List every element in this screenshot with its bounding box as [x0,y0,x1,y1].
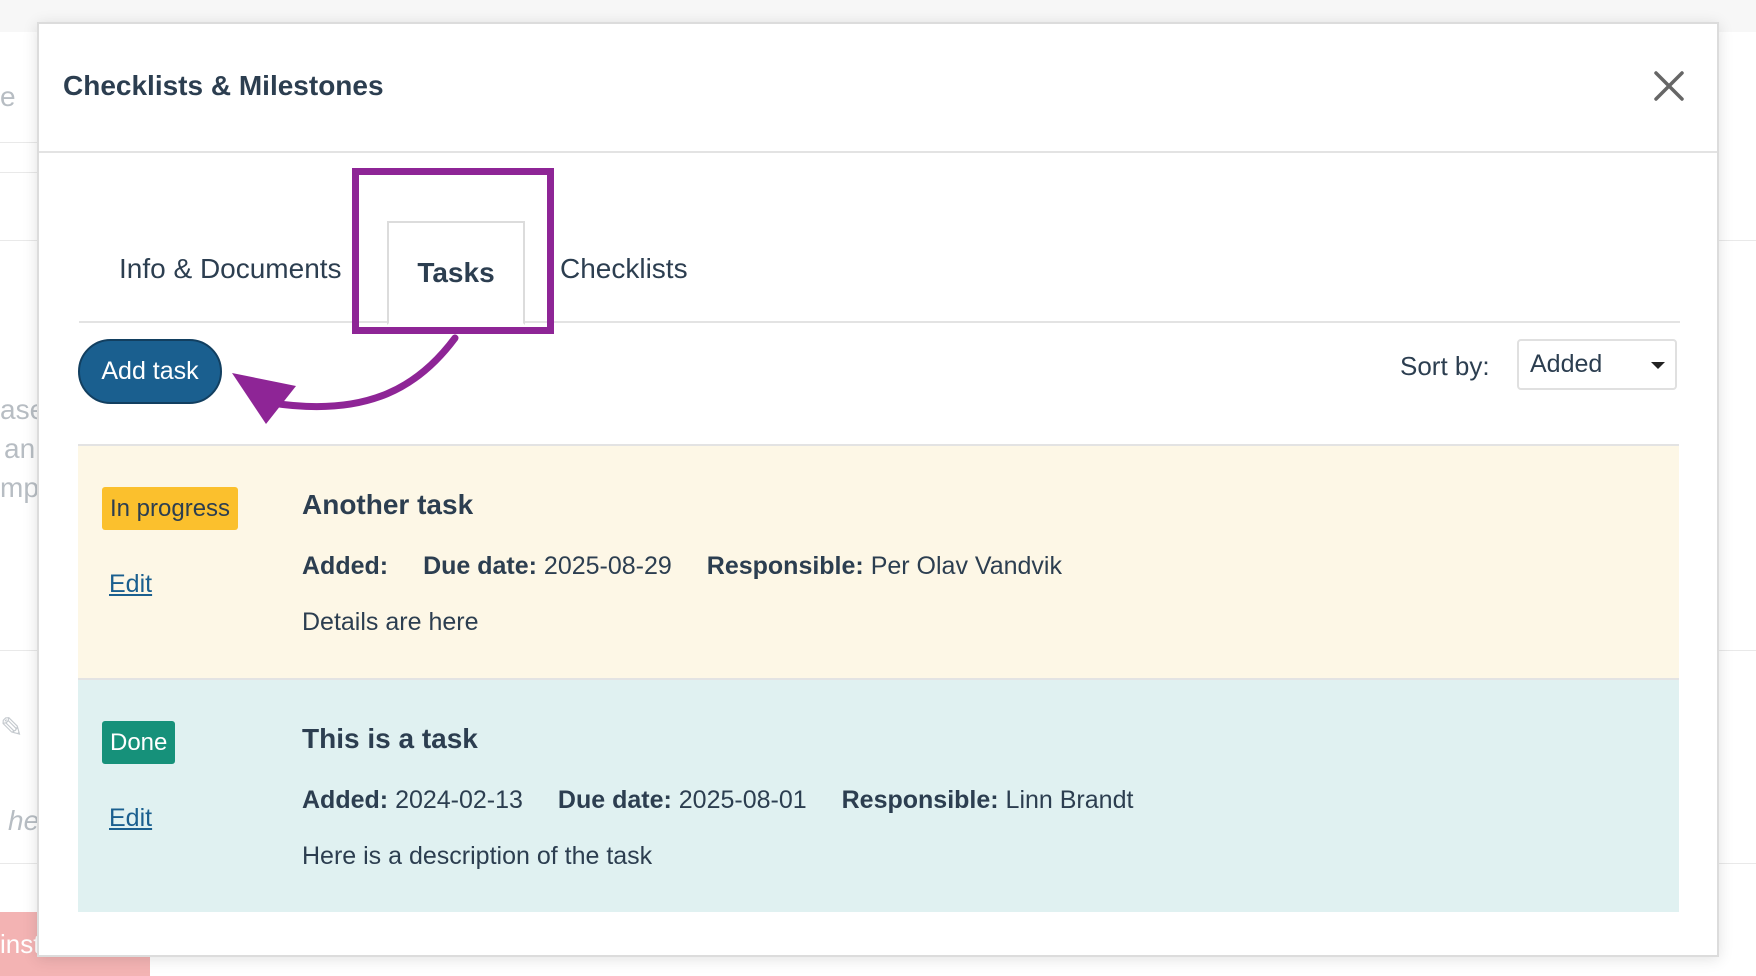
background-divider [1716,240,1756,241]
responsible-value: Per Olav Vandvik [870,552,1062,580]
sort-label: Sort by: [1400,351,1490,381]
task-meta: Added: Due date: 2025-08-29 Responsible:… [302,552,1090,581]
task-description: Here is a description of the task [302,842,653,870]
added-label: Added: [302,786,389,814]
chevron-down-icon [1651,362,1665,369]
background-divider [0,650,40,651]
background-divider [0,142,40,143]
task-title: Another task [302,489,474,520]
responsible-value: Linn Brandt [1005,786,1134,814]
responsible-label: Responsible: [706,552,864,580]
task-list: In progress Edit Another task Added: Due… [78,444,1679,912]
due-date-label: Due date: [423,552,537,580]
task-meta: Added: 2024-02-13 Due date: 2025-08-01 R… [302,786,1161,815]
task-row: In progress Edit Another task Added: Due… [78,444,1679,678]
task-title: This is a task [302,723,478,754]
due-date-value: 2025-08-01 [678,786,807,814]
add-task-button[interactable]: Add task [78,339,222,404]
added-label: Added: [302,552,389,580]
tab-checklists[interactable]: Checklists [548,221,768,323]
edit-task-link[interactable]: Edit [109,804,152,833]
edit-task-link[interactable]: Edit [109,570,152,599]
tab-bar: Info & Documents Tasks Checklists [79,171,1680,325]
background-text: an [4,433,36,464]
background-divider [0,863,40,864]
due-date-label: Due date: [557,786,672,814]
sort-selected-value: Added [1530,350,1603,378]
status-badge: Done [102,721,176,764]
background-divider [1716,863,1756,864]
status-badge: In progress [102,487,239,530]
background-divider [0,172,40,173]
tab-tasks[interactable]: Tasks [387,221,525,325]
close-icon [1654,71,1684,101]
pencil-icon: ✎ [0,712,24,743]
modal-header: Checklists & Milestones [39,24,1717,153]
added-value: 2024-02-13 [395,786,523,814]
sort-select[interactable]: Added [1517,339,1677,390]
background-text: e [0,81,16,112]
tab-info-documents[interactable]: Info & Documents [79,221,373,323]
due-date-value: 2025-08-29 [543,552,672,580]
modal-title: Checklists & Milestones [63,70,384,101]
responsible-label: Responsible: [841,786,999,814]
background-text: he [8,805,40,836]
task-description: Details are here [302,608,479,636]
task-row: Done Edit This is a task Added: 2024-02-… [78,678,1679,912]
close-button[interactable] [1651,68,1687,104]
background-divider [0,240,40,241]
background-divider [1716,650,1756,651]
